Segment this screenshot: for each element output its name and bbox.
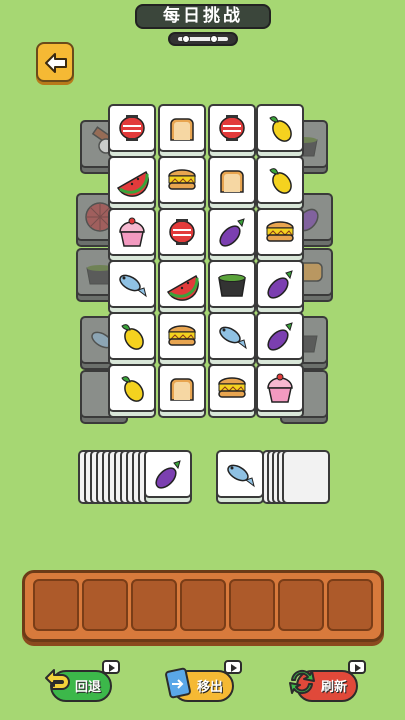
tray-slot bbox=[327, 579, 373, 631]
mango-icon bbox=[121, 376, 144, 402]
tray-slot bbox=[229, 579, 275, 631]
tile-watermelon[interactable] bbox=[108, 156, 156, 210]
tile-toast[interactable] bbox=[208, 156, 256, 210]
collection-tray bbox=[22, 570, 384, 642]
undo-label: 回退 bbox=[74, 680, 101, 695]
tile-eggplant[interactable] bbox=[256, 260, 304, 314]
tile-sandwich[interactable] bbox=[158, 156, 206, 210]
lantern-icon bbox=[119, 115, 145, 141]
tray-slot bbox=[180, 579, 226, 631]
mango-icon bbox=[121, 324, 144, 350]
right-card-stack bbox=[262, 450, 332, 504]
watermelon-icon bbox=[116, 170, 149, 197]
tile-sandwich[interactable] bbox=[208, 364, 256, 418]
toast-icon bbox=[170, 118, 194, 141]
tile-bowl[interactable] bbox=[208, 260, 256, 314]
fish-icon bbox=[119, 274, 147, 298]
eggplant-icon bbox=[155, 460, 181, 489]
fish-icon bbox=[219, 326, 247, 350]
tile-lantern[interactable] bbox=[108, 104, 156, 158]
tile-toast[interactable] bbox=[158, 364, 206, 418]
tray-slot bbox=[131, 579, 177, 631]
mango-icon bbox=[269, 168, 292, 194]
sandwich-icon bbox=[266, 221, 294, 242]
tile-cupcake[interactable] bbox=[108, 208, 156, 262]
eggplant-icon bbox=[267, 322, 293, 351]
tile-fish-stack-top[interactable] bbox=[216, 450, 264, 504]
video-ad-icon bbox=[224, 660, 242, 674]
shuffle-button[interactable]: 刷新 bbox=[286, 660, 366, 704]
tile-mango[interactable] bbox=[256, 104, 304, 158]
tile-lantern[interactable] bbox=[158, 208, 206, 262]
eggplant-icon bbox=[219, 218, 245, 247]
move-out-button[interactable]: 移出 bbox=[162, 660, 242, 704]
tray-slot bbox=[278, 579, 324, 631]
cupcake-icon bbox=[119, 217, 145, 247]
tile-fish[interactable] bbox=[108, 260, 156, 314]
tile-mango[interactable] bbox=[108, 364, 156, 418]
tile-lantern[interactable] bbox=[208, 104, 256, 158]
toast-icon bbox=[220, 170, 244, 193]
tile-sandwich[interactable] bbox=[256, 208, 304, 262]
tile-mango[interactable] bbox=[108, 312, 156, 366]
shuffle-label: 刷新 bbox=[320, 680, 347, 695]
tile-mango[interactable] bbox=[256, 156, 304, 210]
lantern-icon bbox=[169, 219, 195, 245]
tile-toast[interactable] bbox=[158, 104, 206, 158]
tile-watermelon[interactable] bbox=[158, 260, 206, 314]
tile-cupcake[interactable] bbox=[256, 364, 304, 418]
sandwich-icon bbox=[168, 169, 196, 190]
tray-slot bbox=[33, 579, 79, 631]
tray-slot bbox=[82, 579, 128, 631]
tile-sandwich[interactable] bbox=[158, 312, 206, 366]
tile-eggplant[interactable] bbox=[208, 208, 256, 262]
sandwich-icon bbox=[168, 325, 196, 346]
lantern-icon bbox=[219, 115, 245, 141]
undo-button[interactable]: 回退 bbox=[40, 660, 120, 704]
sandwich-icon bbox=[218, 377, 246, 398]
mango-icon bbox=[269, 116, 292, 142]
tile-eggplant-stack-top[interactable] bbox=[144, 450, 192, 504]
cupcake-icon bbox=[267, 373, 293, 403]
tile-eggplant[interactable] bbox=[256, 312, 304, 366]
toast-icon bbox=[170, 378, 194, 401]
tile-fish[interactable] bbox=[208, 312, 256, 366]
move-out-label: 移出 bbox=[196, 680, 223, 695]
watermelon-icon bbox=[166, 274, 199, 301]
video-ad-icon bbox=[102, 660, 120, 674]
video-ad-icon bbox=[348, 660, 366, 674]
eggplant-icon bbox=[267, 270, 293, 299]
fish-icon bbox=[227, 464, 255, 488]
bowl-icon bbox=[218, 274, 246, 297]
